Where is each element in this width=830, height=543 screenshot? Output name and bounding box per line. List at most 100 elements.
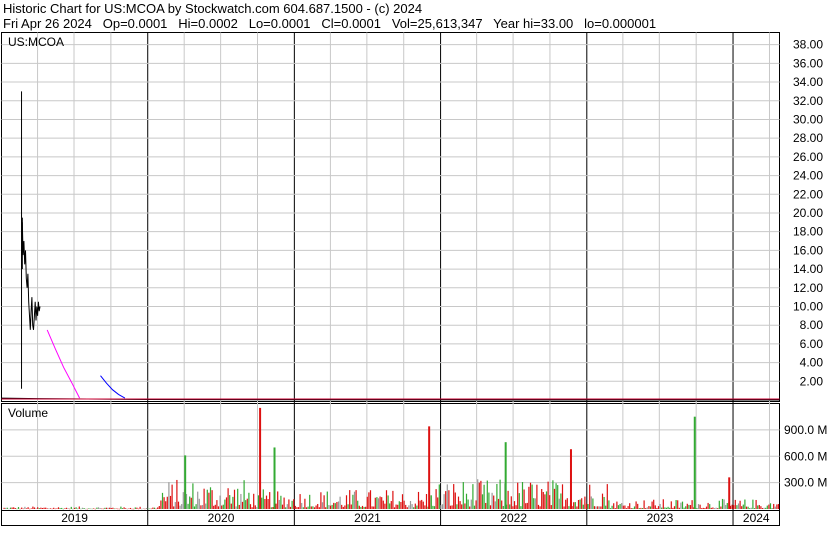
volume-bar — [413, 507, 415, 509]
volume-axis-ticks: 900.0 M 600.0 M 300.0 M — [784, 423, 827, 490]
volume-bar — [315, 505, 317, 509]
volume-bar — [309, 494, 311, 509]
volume-bar — [261, 497, 263, 509]
volume-bar — [150, 508, 152, 510]
volume-bar — [689, 505, 692, 509]
volume-bar — [110, 508, 112, 509]
volume-bar — [685, 506, 687, 509]
volume-bar — [480, 480, 482, 509]
volume-bar — [78, 506, 80, 509]
price-tick-label: 6.00 — [800, 337, 824, 351]
volume-bar — [747, 506, 749, 509]
volume-bar — [451, 505, 453, 509]
volume-bar — [576, 506, 578, 509]
volume-bar — [493, 495, 495, 509]
volume-bar — [249, 504, 252, 509]
volume-bar — [688, 504, 690, 509]
volume-bar — [377, 498, 380, 509]
volume-bar — [664, 507, 666, 509]
volume-bar — [544, 494, 546, 509]
volume-bar — [681, 501, 684, 509]
volume-bar — [376, 497, 378, 509]
volume-bar — [198, 498, 200, 509]
volume-bar — [625, 508, 628, 509]
volume-bar — [233, 489, 236, 509]
volume-bar — [217, 506, 220, 509]
volume-bar — [593, 506, 596, 509]
volume-bar — [182, 492, 184, 509]
volume-bar — [526, 502, 528, 509]
volume-bar — [646, 507, 648, 509]
volume-bar — [496, 483, 498, 509]
price-tick-label: 8.00 — [800, 318, 824, 332]
volume-bar — [41, 507, 44, 509]
volume-bar — [357, 500, 359, 509]
volume-bar — [61, 507, 63, 509]
volume-bar — [657, 506, 660, 509]
volume-bar — [771, 508, 773, 509]
volume-bar — [304, 498, 306, 509]
volume-bar — [189, 496, 191, 509]
volume-bar — [168, 482, 170, 509]
volume-bar — [456, 504, 458, 509]
volume-bar — [525, 503, 527, 509]
volume-bar — [395, 504, 397, 509]
price-tick-label: 34.00 — [793, 75, 823, 89]
volume-bar — [229, 495, 231, 509]
price-tick-label: 2.00 — [800, 374, 824, 388]
volume-panel-title: Volume — [8, 406, 48, 420]
volume-bar — [721, 498, 724, 509]
volume-bar — [344, 505, 346, 509]
volume-bar — [651, 501, 653, 509]
volume-bar — [350, 504, 352, 509]
volume-bar — [432, 505, 434, 509]
volume-bar — [470, 499, 472, 509]
volume-bar — [517, 482, 519, 509]
volume-bar — [579, 499, 581, 509]
volume-bar — [105, 507, 108, 509]
volume-bar — [14, 508, 16, 509]
volume-bar — [160, 500, 162, 509]
volume-bar — [35, 508, 37, 509]
price-tick-label: 18.00 — [793, 225, 823, 239]
volume-bar — [358, 505, 360, 509]
volume-bar — [446, 484, 448, 509]
volume-bar — [32, 506, 34, 509]
volume-bar — [216, 500, 218, 509]
volume-bar — [48, 508, 50, 509]
volume-bar — [597, 506, 599, 509]
volume-bar — [272, 507, 274, 509]
volume-bar — [157, 507, 159, 509]
volume-bar — [85, 508, 87, 510]
volume-bar — [139, 506, 141, 509]
volume-bar — [648, 506, 650, 509]
volume-bar — [465, 493, 468, 509]
volume-bar — [86, 508, 88, 510]
volume-bar — [93, 508, 95, 509]
price-tick-label: 12.00 — [793, 281, 823, 295]
volume-bar — [777, 504, 780, 509]
volume-bar — [29, 508, 31, 510]
volume-tick-label: 900.0 M — [784, 423, 827, 437]
volume-bar — [153, 507, 156, 509]
volume-bar — [486, 480, 488, 509]
volume-bar — [478, 482, 480, 509]
volume-bar — [65, 507, 68, 509]
volume-bar — [737, 503, 740, 509]
volume-bar — [219, 495, 221, 509]
volume-bar — [512, 506, 514, 509]
volume-bar — [339, 496, 341, 509]
volume-bar — [161, 492, 164, 509]
volume-bar — [245, 500, 247, 509]
volume-bar — [457, 496, 460, 509]
volume-bar — [598, 506, 600, 509]
year-tick-label: 2021 — [354, 511, 381, 525]
volume-bar — [425, 494, 428, 509]
volume-bar — [424, 505, 426, 509]
volume-bar — [285, 507, 287, 509]
volume-bar — [723, 499, 725, 509]
volume-bar — [416, 505, 418, 509]
volume-bar — [587, 504, 589, 509]
volume-bar — [390, 501, 392, 509]
volume-bar — [624, 505, 626, 509]
